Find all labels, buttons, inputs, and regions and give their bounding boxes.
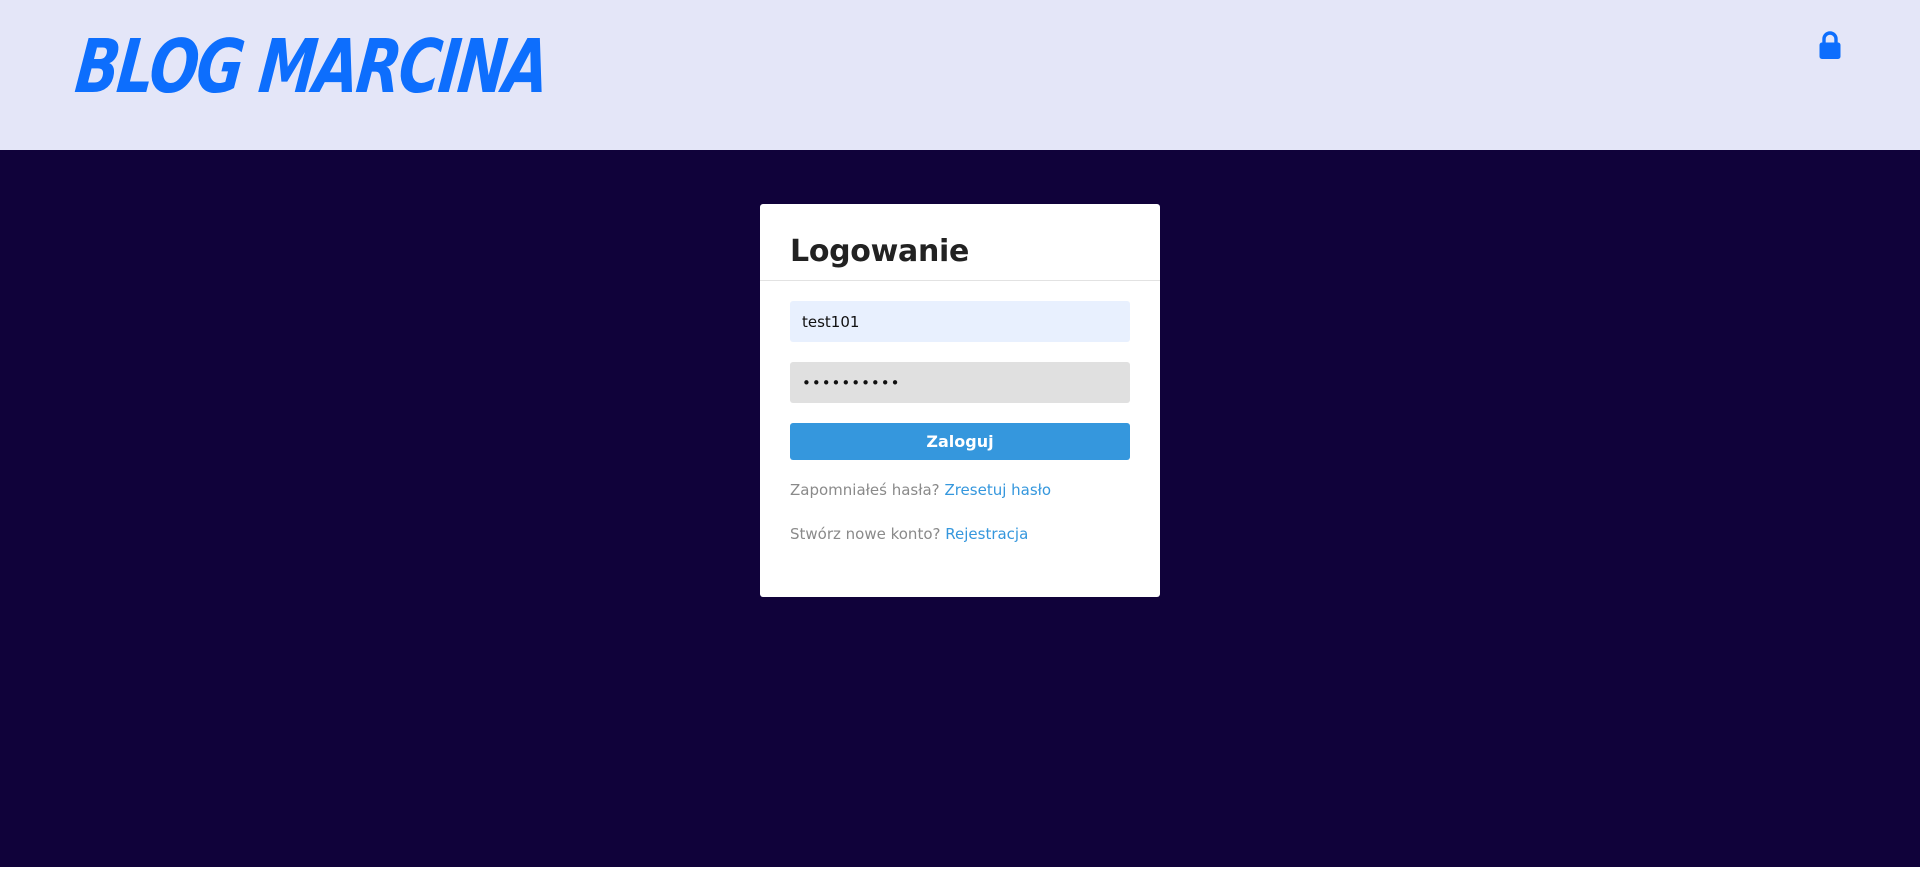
lock-icon [1819, 31, 1841, 59]
register-link[interactable]: Rejestracja [945, 525, 1028, 543]
login-title: Logowanie [790, 234, 970, 269]
login-lock-button[interactable] [1818, 30, 1842, 60]
login-card: Logowanie Zaloguj Zapomniałeś hasła? Zre… [760, 204, 1160, 597]
site-header: Blog Marcina [0, 0, 1920, 150]
register-text: Stwórz nowe konto? [790, 525, 941, 543]
login-submit-button[interactable]: Zaloguj [790, 423, 1130, 460]
username-input[interactable] [790, 301, 1130, 342]
site-logo[interactable]: Blog Marcina [72, 24, 552, 110]
page: Blog Marcina Logowanie Zaloguj Zapomniał… [0, 0, 1920, 867]
viewport: Blog Marcina Logowanie Zaloguj Zapomniał… [0, 0, 1926, 871]
forgot-password-row: Zapomniałeś hasła? Zresetuj hasło [790, 481, 1051, 499]
reset-password-link[interactable]: Zresetuj hasło [944, 481, 1051, 499]
password-input[interactable] [790, 362, 1130, 403]
register-row: Stwórz nowe konto? Rejestracja [790, 525, 1028, 543]
forgot-password-text: Zapomniałeś hasła? [790, 481, 940, 499]
card-divider [760, 280, 1160, 281]
